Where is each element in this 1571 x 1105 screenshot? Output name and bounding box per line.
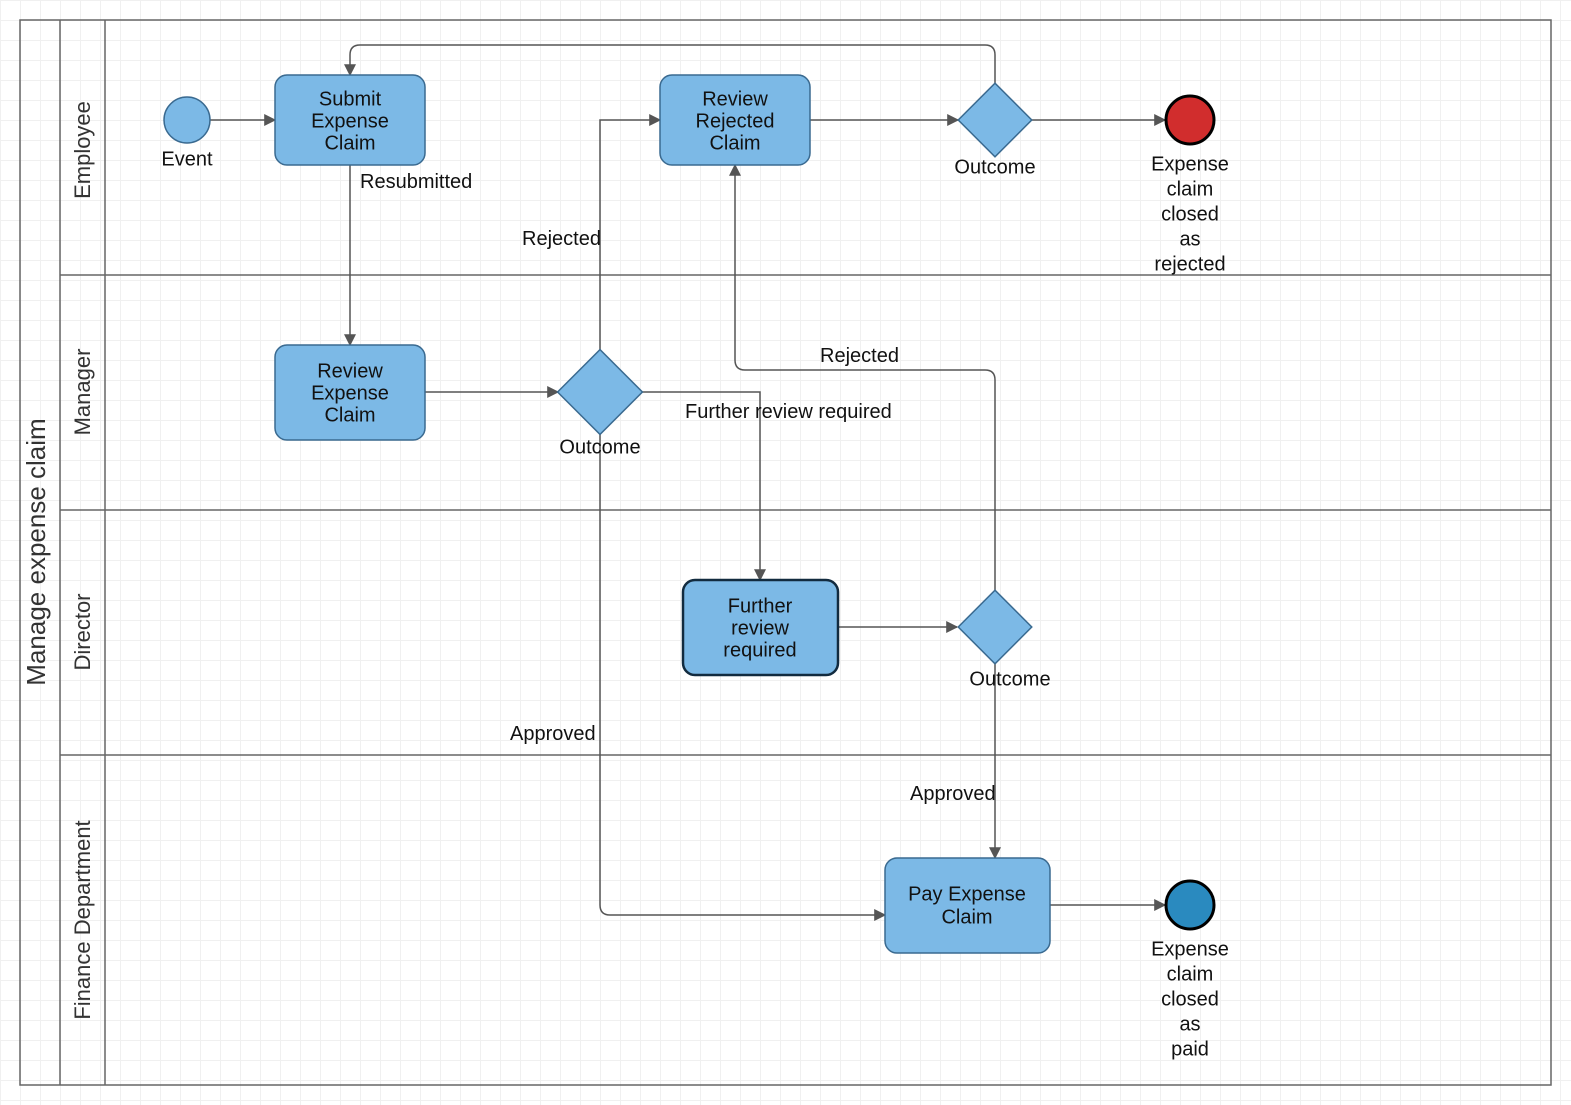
svg-text:Outcome: Outcome <box>954 156 1035 178</box>
svg-text:as: as <box>1179 1013 1200 1035</box>
pool-title: Manage expense claim <box>21 418 51 685</box>
start-event-label: Event <box>161 148 213 170</box>
svg-text:claim: claim <box>1167 178 1214 200</box>
svg-text:Expense: Expense <box>1151 153 1229 175</box>
edge-label-further: Further review required <box>685 401 892 423</box>
svg-text:required: required <box>723 639 796 661</box>
gateway-employee-outcome[interactable]: Outcome <box>954 83 1035 178</box>
svg-text:closed: closed <box>1161 988 1219 1010</box>
edge-label-rejected-mgr: Rejected <box>522 228 601 250</box>
svg-text:Submit: Submit <box>319 88 382 110</box>
lane-label-employee: Employee <box>70 101 95 199</box>
svg-text:Pay Expense: Pay Expense <box>908 883 1026 905</box>
diagram-canvas: Manage expense claim Employee Manager Di… <box>0 0 1571 1105</box>
task-review-expense-claim[interactable]: Review Expense Claim <box>275 345 425 440</box>
svg-text:review: review <box>731 617 789 639</box>
lane-label-manager: Manager <box>70 349 95 436</box>
pool-border <box>20 20 1551 1085</box>
svg-text:Claim: Claim <box>709 132 760 154</box>
flow-gwmgr-rejected <box>600 120 660 350</box>
svg-text:Rejected: Rejected <box>696 110 775 132</box>
svg-text:rejected: rejected <box>1154 253 1225 275</box>
edge-label-resubmitted: Resubmitted <box>360 171 472 193</box>
svg-text:Review: Review <box>702 88 768 110</box>
svg-text:Claim: Claim <box>324 132 375 154</box>
start-event[interactable]: Event <box>161 97 213 170</box>
task-submit-expense-claim[interactable]: Submit Expense Claim <box>275 75 425 165</box>
lane-label-director: Director <box>70 593 95 670</box>
svg-text:Claim: Claim <box>324 404 375 426</box>
end-event-rejected[interactable]: Expense claim closed as rejected <box>1151 96 1229 275</box>
svg-text:as: as <box>1179 228 1200 250</box>
end-event-paid[interactable]: Expense claim closed as paid <box>1151 881 1229 1060</box>
svg-text:Outcome: Outcome <box>969 668 1050 690</box>
svg-text:Review: Review <box>317 360 383 382</box>
flow-gwdir-rejected <box>735 165 995 590</box>
task-pay-expense-claim[interactable]: Pay Expense Claim <box>885 858 1050 953</box>
task-further-review-required[interactable]: Further review required <box>683 580 838 675</box>
bpmn-diagram: Manage expense claim Employee Manager Di… <box>0 0 1571 1105</box>
svg-text:Expense: Expense <box>1151 938 1229 960</box>
task-review-rejected-claim[interactable]: Review Rejected Claim <box>660 75 810 165</box>
edge-label-approved-dir: Approved <box>910 783 996 805</box>
svg-text:Expense: Expense <box>311 382 389 404</box>
svg-text:Claim: Claim <box>941 906 992 928</box>
gateway-manager-outcome[interactable]: Outcome <box>558 350 643 459</box>
edge-label-rejected-dir: Rejected <box>820 345 899 367</box>
svg-text:claim: claim <box>1167 963 1214 985</box>
svg-text:Further: Further <box>728 595 793 617</box>
svg-text:closed: closed <box>1161 203 1219 225</box>
svg-text:Outcome: Outcome <box>559 436 640 458</box>
svg-text:paid: paid <box>1171 1038 1209 1060</box>
svg-text:Expense: Expense <box>311 110 389 132</box>
gateway-director-outcome[interactable]: Outcome <box>958 590 1050 690</box>
lane-label-finance: Finance Department <box>70 820 95 1019</box>
edge-label-approved-mgr: Approved <box>510 723 596 745</box>
